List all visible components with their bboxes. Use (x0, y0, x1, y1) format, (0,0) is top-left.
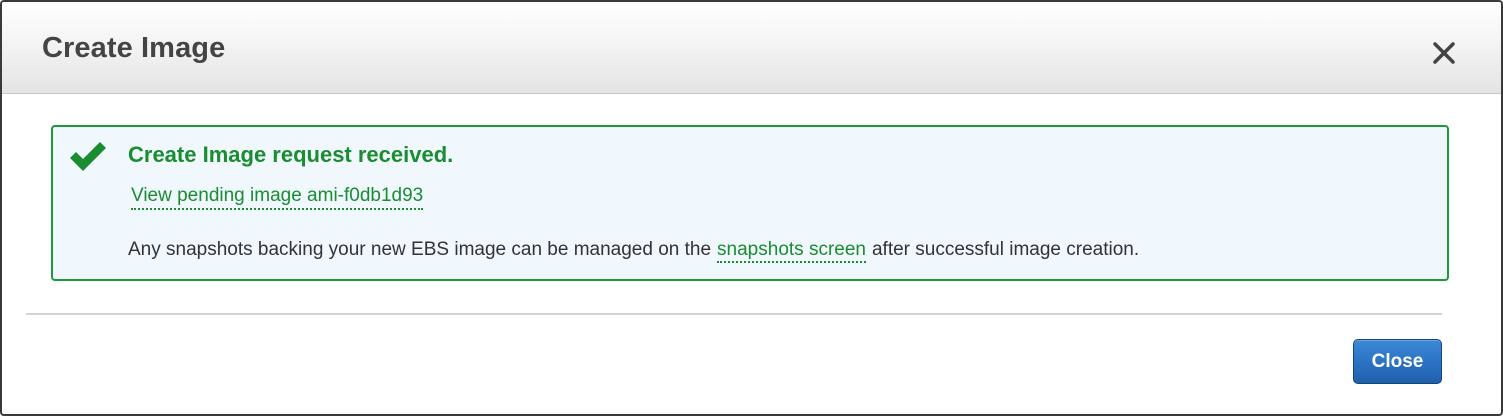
alert-title: Create Image request received. (128, 142, 454, 167)
snapshots-screen-link[interactable]: snapshots screen (717, 239, 866, 263)
view-pending-image-link[interactable]: View pending image ami-f0db1d93 (131, 185, 424, 210)
alert-message-before: Any snapshots backing your new EBS image… (128, 239, 712, 260)
dialog-title: Create Image (42, 32, 226, 64)
close-icon[interactable] (1431, 40, 1457, 66)
create-image-dialog: Create Image Create Image request receiv… (0, 0, 1503, 416)
dialog-header: Create Image (2, 2, 1501, 94)
success-alert: Create Image request received. View pend… (51, 125, 1449, 281)
close-button[interactable]: Close (1353, 339, 1442, 384)
footer-divider (26, 313, 1442, 315)
checkmark-icon (68, 141, 108, 173)
alert-message-after: after successful image creation. (871, 239, 1140, 260)
alert-message: Any snapshots backing your new EBS image… (128, 239, 1140, 263)
